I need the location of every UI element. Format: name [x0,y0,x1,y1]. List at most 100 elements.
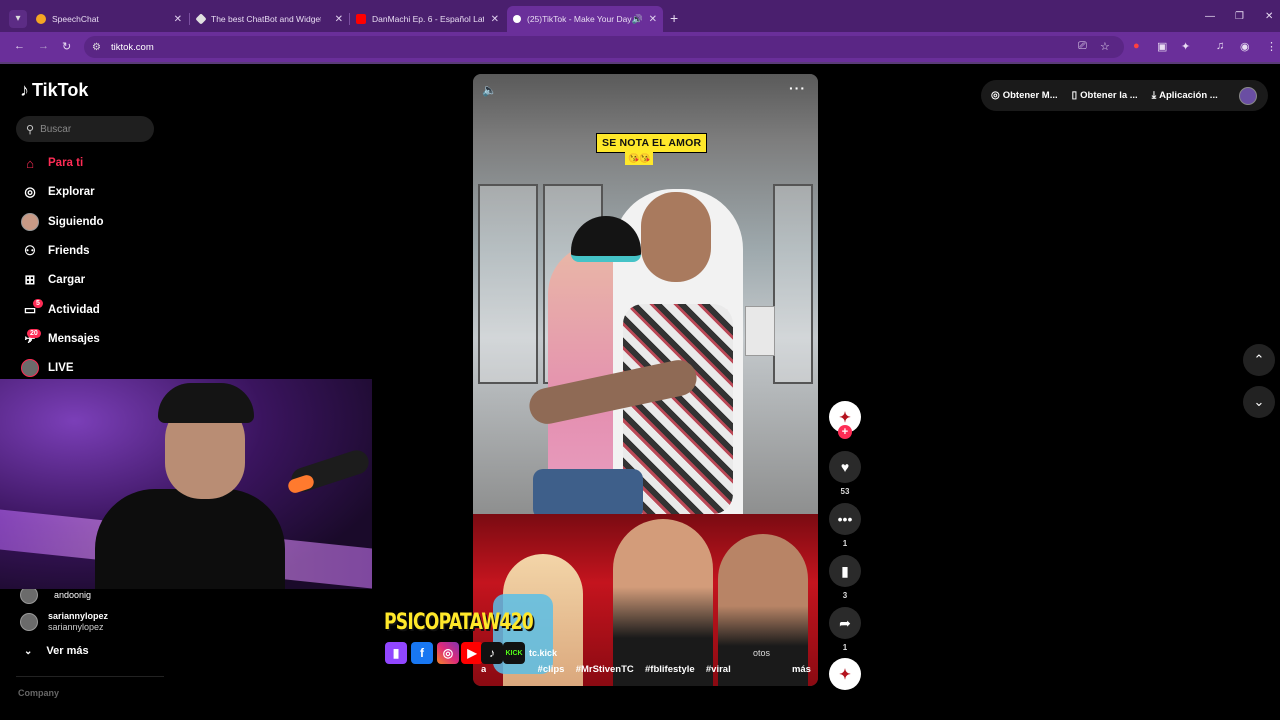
search-placeholder: Buscar [40,123,72,135]
reload-icon[interactable]: ↻ [62,40,71,53]
messages-badge: 20 [27,329,41,338]
previous-video-button[interactable]: ⌃ [1243,344,1275,376]
coin-icon: ◎ [991,90,1000,101]
profile-avatar[interactable] [1239,87,1257,105]
close-tab-icon[interactable]: ✕ [649,14,657,25]
tab-audio-icon[interactable]: 🔊 [632,14,643,25]
video-hashtags: a #clips #MrStivenTC #fblifestyle #viral… [481,664,811,675]
tab-danmachi[interactable]: DanMachi Ep. 6 - Español Latino ✕ [350,8,505,30]
kick-icon: KICK [503,642,525,664]
company-link[interactable]: Company [18,688,59,698]
account-handle: sariannylopez [48,622,104,632]
facebook-icon: f [411,642,433,664]
following-account-sariannylopez[interactable]: sariannylopez sariannylopez [20,611,108,633]
new-tab-button[interactable]: + [670,10,678,26]
restore-icon[interactable]: ❐ [1235,11,1244,22]
media-control-icon[interactable]: ♫ [1216,40,1224,52]
home-icon: ⌂ [26,155,34,171]
extensions-puzzle-icon[interactable]: ✦ [1181,40,1190,53]
browser-menu-icon[interactable]: ⋮ [1266,40,1277,53]
comment-count: 1 [842,539,848,548]
like-button[interactable]: ♥ [829,451,861,483]
no-smoking-sign [745,306,775,356]
save-button[interactable]: ▮ [829,555,861,587]
tab-title: The best ChatBot and Widgets [211,14,321,24]
instagram-icon: ◎ [437,642,459,664]
comment-button[interactable]: ••• [829,503,861,535]
twitch-icon: ▮ [385,642,407,664]
sidebar-divider [16,676,164,677]
sidebar-item-live[interactable]: LIVE [20,358,74,378]
friends-icon: ⚇ [24,243,36,258]
live-icon [20,358,40,378]
top-actions-bar: ◎ Obtener M... ▯ Obtener la ... ⤓ Aplica… [981,80,1268,111]
sidebar-item-explorar[interactable]: ◎ Explorar [20,182,94,202]
search-icon: ⚲ [26,123,35,136]
see-more-button[interactable]: ⌄ Ver más [24,645,89,657]
video-player[interactable]: SE NOTA EL AMOR 😘😘 🔈 ··· tc.kick otos a … [473,74,818,686]
next-video-button[interactable]: ⌄ [1243,386,1275,418]
get-coins-button[interactable]: ◎ Obtener M... [991,90,1058,101]
sidebar-item-para-ti[interactable]: ⌂ Para ti [20,153,83,173]
url-text: tiktok.com [110,41,154,53]
chatbot-favicon-icon [195,13,207,25]
hashtag[interactable]: #fblifestyle [645,664,695,675]
close-window-icon[interactable]: ✕ [1265,11,1273,22]
install-app-icon[interactable]: ⎚ [1078,40,1087,53]
tab-chatbot[interactable]: The best ChatBot and Widgets ✕ [191,8,349,30]
chevron-down-icon: ⌄ [24,645,33,657]
tab-search-button[interactable]: ▾ [9,10,27,28]
extension-red-icon[interactable]: ● [1133,40,1140,52]
tiktok-logo[interactable]: ♪ TikTok [20,80,88,101]
tiktok-favicon-icon [513,15,521,23]
chevron-down-icon: ⌄ [1253,394,1265,409]
video-caption-emoji: 😘😘 [625,152,654,165]
activity-badge: 5 [33,299,43,308]
video-username[interactable]: tc.kick [529,648,557,658]
share-button[interactable]: ➦ [829,607,861,639]
minimize-icon[interactable]: — [1205,11,1215,22]
sound-disc-avatar[interactable]: ✦ [829,658,861,690]
more-description-link[interactable]: más [792,664,811,675]
download-icon: ⤓ [1151,90,1157,101]
tab-tiktok[interactable]: (25)TikTok - Make Your Day 🔊 ✕ [507,6,663,32]
bookmark-star-icon[interactable]: ☆ [1100,40,1110,53]
share-icon: ➦ [839,614,851,631]
address-bar[interactable]: ⚙ tiktok.com [84,36,1124,58]
desktop-app-button[interactable]: ⤓ Aplicación ... [1152,90,1218,101]
more-options-icon[interactable]: ··· [789,80,806,96]
close-tab-icon[interactable]: ✕ [491,14,499,25]
volume-icon[interactable]: 🔈 [482,83,497,97]
sidebar-item-siguiendo[interactable]: Siguiendo [20,212,104,232]
speechchat-favicon-icon [36,14,46,24]
streamer-webcam [0,379,372,589]
tab-speechchat[interactable]: SpeechChat ✕ [30,8,188,30]
sidebar-item-cargar[interactable]: ⊞ Cargar [20,270,86,290]
site-info-icon[interactable]: ⚙ [92,42,101,53]
browser-tab-bar: ▾ SpeechChat ✕ The best ChatBot and Widg… [0,0,1280,36]
search-input[interactable]: ⚲ Buscar [16,116,154,142]
youtube-favicon-icon [356,14,366,24]
close-tab-icon[interactable]: ✕ [335,14,343,25]
following-avatar-icon [20,212,40,232]
hashtag[interactable]: #MrStivenTC [576,664,634,675]
youtube-icon: ▶ [461,642,483,664]
get-app-button[interactable]: ▯ Obtener la ... [1072,90,1138,101]
profile-avatar-icon[interactable]: ◉ [1240,40,1250,53]
hashtag[interactable]: #viral [706,664,731,675]
video-secondary-label: otos [753,648,771,658]
share-count: 1 [842,643,848,652]
hashtag[interactable]: #clips [538,664,565,675]
video-caption: SE NOTA EL AMOR [596,133,708,153]
sidebar-item-actividad[interactable]: ▭ Actividad [20,300,100,320]
sidebar-item-friends[interactable]: ⚇ Friends [20,241,89,261]
extension-icon[interactable]: ▣ [1157,40,1167,53]
close-tab-icon[interactable]: ✕ [174,14,182,25]
save-count: 3 [842,591,848,600]
follow-plus-icon[interactable]: + [838,425,852,439]
forward-icon[interactable]: → [38,40,49,52]
address-toolbar: ← → ↻ ⚙ tiktok.com ⎚ ☆ ● ▣ ✦ ♫ ◉ ⋮ [0,32,1280,62]
back-icon[interactable]: ← [14,40,25,52]
tab-title: DanMachi Ep. 6 - Español Latino [372,14,484,24]
tiktok-social-icon: ♪ [481,642,503,664]
